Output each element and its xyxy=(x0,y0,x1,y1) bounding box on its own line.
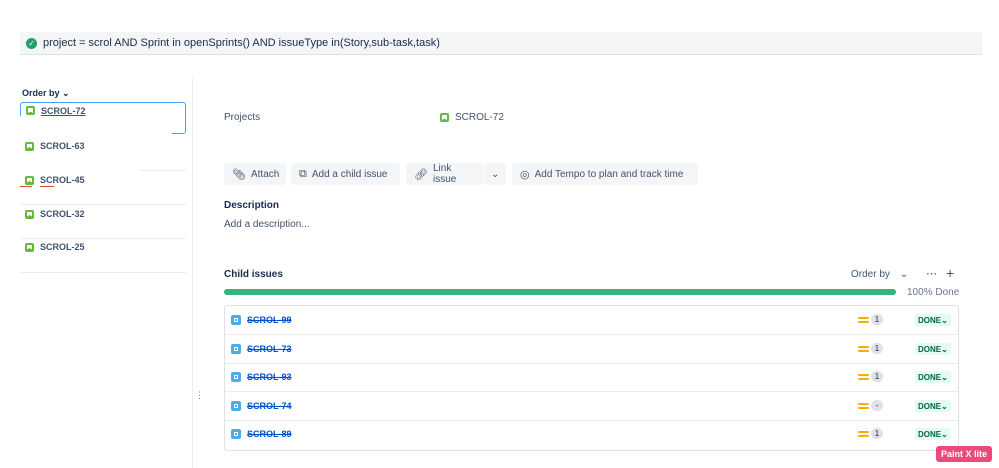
valid-check-icon: ✓ xyxy=(26,37,37,49)
status-label: DONE xyxy=(918,315,942,325)
link-issue-button[interactable]: 🔗︎ Link issue xyxy=(406,163,484,185)
sidebar-item-label: SCROL-72 xyxy=(41,106,86,116)
child-issue-key[interactable]: SCROL-93 xyxy=(247,372,292,382)
link-issue-dropdown[interactable]: ⌄ xyxy=(485,163,506,185)
order-by-label: Order by xyxy=(22,88,60,98)
estimate-badge: 1 xyxy=(871,314,883,325)
sidebar-item-label: SCROL-63 xyxy=(40,141,85,151)
estimate-badge: - xyxy=(871,400,883,411)
table-row[interactable]: SCROL-73 1 DONE ⌄ xyxy=(225,335,958,364)
add-child-issue-button[interactable]: ⧉ Add a child issue xyxy=(291,163,400,185)
priority-medium-icon xyxy=(858,430,869,438)
status-label: DONE xyxy=(918,401,942,411)
priority-medium-icon xyxy=(858,402,869,410)
status-dropdown[interactable]: DONE ⌄ xyxy=(915,314,951,326)
child-issue-key[interactable]: SCROL-89 xyxy=(247,429,292,439)
chevron-down-icon: ⌄ xyxy=(62,88,70,98)
table-row[interactable]: SCROL-89 1 DONE ⌄ xyxy=(225,420,958,448)
attach-button[interactable]: 📎︎ Attach xyxy=(224,163,286,185)
table-row[interactable]: SCROL-74 - DONE ⌄ xyxy=(225,392,958,421)
child-issue-key[interactable]: SCROL-74 xyxy=(247,401,292,411)
child-order-by-button[interactable]: Order by ⌄ xyxy=(851,269,908,280)
jql-query-text: project = scrol AND Sprint in openSprint… xyxy=(43,37,440,49)
add-icon[interactable]: + xyxy=(946,265,954,281)
add-child-label: Add a child issue xyxy=(311,168,388,180)
table-row[interactable]: SCROL-93 1 DONE ⌄ xyxy=(225,363,958,392)
story-icon xyxy=(25,141,34,151)
subtask-icon xyxy=(231,372,241,382)
chevron-down-icon: ⌄ xyxy=(899,269,909,280)
add-tempo-button[interactable]: ◎ Add Tempo to plan and track time xyxy=(512,163,698,185)
table-row[interactable]: SCROL-99 1 DONE ⌄ xyxy=(225,306,958,335)
resize-handle[interactable]: ⋮ xyxy=(195,390,204,401)
sidebar-item-label: SCROL-45 xyxy=(40,175,85,185)
status-dropdown[interactable]: DONE ⌄ xyxy=(915,400,951,412)
story-icon xyxy=(25,209,34,219)
status-dropdown[interactable]: DONE ⌄ xyxy=(915,343,951,355)
subtask-icon xyxy=(231,401,241,411)
status-dropdown[interactable]: DONE ⌄ xyxy=(915,371,951,383)
estimate-badge: 1 xyxy=(871,428,883,439)
status-label: DONE xyxy=(918,344,942,354)
issue-list-sidebar: Order by ⌄ SCROL-72 SCROL-63 SCROL-45 SC… xyxy=(20,78,193,468)
priority-medium-icon xyxy=(858,316,869,324)
check-circle-icon: ◎ xyxy=(520,168,530,181)
priority-medium-icon xyxy=(858,373,869,381)
paperclip-icon: 📎︎ xyxy=(232,168,246,181)
issue-key-breadcrumb[interactable]: SCROL-72 xyxy=(440,112,504,123)
order-by-label: Order by xyxy=(851,269,890,280)
subtask-icon xyxy=(231,344,241,354)
jql-query-bar[interactable]: ✓ project = scrol AND Sprint in openSpri… xyxy=(20,32,982,55)
priority-medium-icon xyxy=(858,345,869,353)
projects-label: Projects xyxy=(224,112,261,123)
child-issue-key[interactable]: SCROL-99 xyxy=(247,315,292,325)
description-field[interactable]: Add a description... xyxy=(224,219,310,230)
divider xyxy=(20,272,186,273)
subtask-icon xyxy=(231,429,241,439)
subtask-icon xyxy=(231,315,241,325)
spellcheck-underline xyxy=(40,186,54,187)
estimate-badge: 1 xyxy=(871,343,883,354)
tempo-label: Add Tempo to plan and track time xyxy=(534,168,684,180)
child-issues-table: SCROL-99 1 DONE ⌄ SCROL-73 1 DONE ⌄ SCROL-… xyxy=(224,305,959,451)
attach-label: Attach xyxy=(250,168,280,180)
story-icon xyxy=(25,242,34,252)
story-icon xyxy=(26,106,35,115)
sidebar-item-scrol-25[interactable]: SCROL-25 xyxy=(20,231,186,263)
link-icon: 🔗︎ xyxy=(414,168,428,181)
sidebar-item-scrol-45[interactable]: SCROL-45 xyxy=(20,164,186,196)
progress-fill xyxy=(224,289,896,295)
progress-label: 100% Done xyxy=(907,287,960,298)
story-icon xyxy=(440,113,449,122)
description-heading: Description xyxy=(224,200,280,211)
hierarchy-icon: ⧉ xyxy=(299,167,307,180)
story-icon xyxy=(25,175,34,185)
order-by-button[interactable]: Order by ⌄ xyxy=(22,88,70,99)
status-label: DONE xyxy=(918,429,942,439)
issue-key-label: SCROL-72 xyxy=(455,112,504,123)
sidebar-item-scrol-32[interactable]: SCROL-32 xyxy=(20,198,186,230)
more-icon[interactable]: ⋯ xyxy=(926,267,937,280)
chevron-down-icon: ⌄ xyxy=(491,168,500,180)
status-label: DONE xyxy=(918,372,942,382)
spellcheck-underline xyxy=(20,186,32,187)
progress-bar xyxy=(224,289,896,295)
sidebar-item-label: SCROL-25 xyxy=(40,242,85,252)
child-issue-key[interactable]: SCROL-73 xyxy=(247,344,292,354)
link-issue-label: Link issue xyxy=(432,163,457,185)
sidebar-item-label: SCROL-32 xyxy=(40,209,85,219)
watermark-badge: Paint X lite xyxy=(936,446,992,462)
status-dropdown[interactable]: DONE ⌄ xyxy=(915,428,951,440)
sidebar-item-scrol-63[interactable]: SCROL-63 xyxy=(20,130,186,162)
estimate-badge: 1 xyxy=(871,371,883,382)
child-issues-heading: Child issues xyxy=(224,269,283,280)
